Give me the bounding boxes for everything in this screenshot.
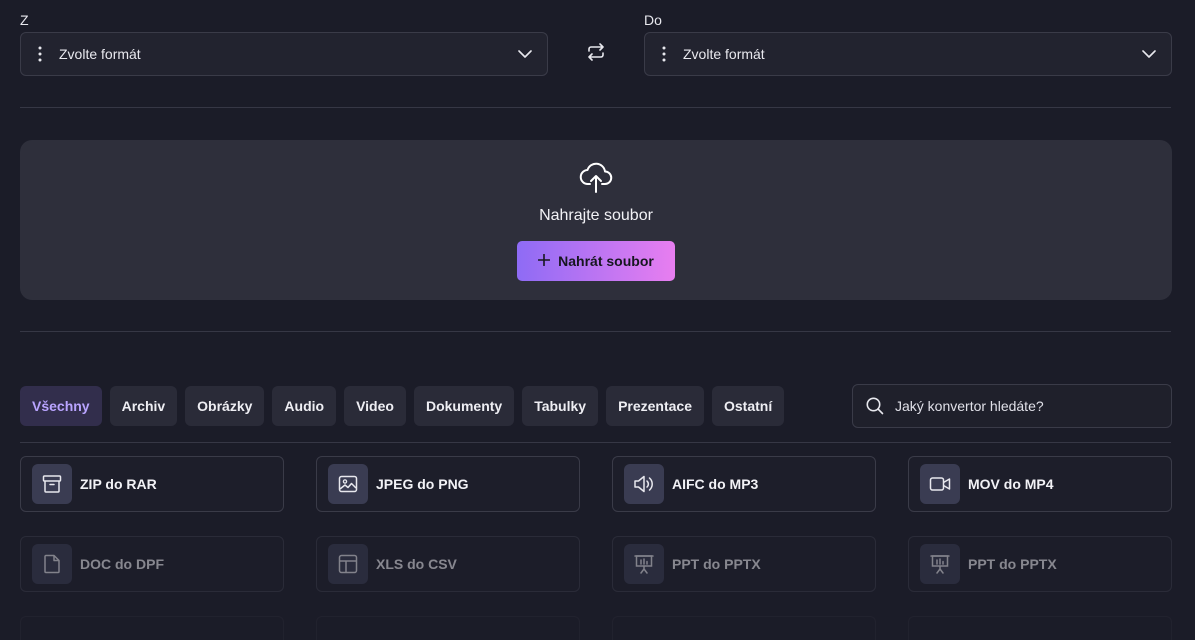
presentation-icon bbox=[920, 544, 960, 584]
filter-images[interactable]: Obrázky bbox=[185, 386, 265, 426]
search-icon bbox=[853, 397, 895, 415]
filter-video[interactable]: Video bbox=[344, 386, 406, 426]
converter-card[interactable]: DOC do DPF bbox=[20, 536, 284, 592]
filter-other[interactable]: Ostatní bbox=[712, 386, 785, 426]
document-icon bbox=[32, 544, 72, 584]
from-format-select[interactable]: Zvolte formát bbox=[20, 32, 548, 76]
chevron-down-icon bbox=[503, 50, 547, 58]
converter-card-partial[interactable] bbox=[316, 616, 580, 640]
presentation-icon bbox=[624, 544, 664, 584]
cloud-upload-icon bbox=[579, 160, 613, 194]
filter-documents[interactable]: Dokumenty bbox=[413, 386, 515, 426]
filter-presentations[interactable]: Prezentace bbox=[606, 386, 704, 426]
converter-card[interactable]: MOV do MP4 bbox=[908, 456, 1172, 512]
converter-card[interactable]: ZIP do RAR bbox=[20, 456, 284, 512]
plus-icon bbox=[537, 253, 551, 269]
converter-card[interactable]: AIFC do MP3 bbox=[612, 456, 876, 512]
video-camera-icon bbox=[920, 464, 960, 504]
converter-label: PPT do PPTX bbox=[672, 556, 761, 572]
chevron-down-icon bbox=[1127, 50, 1171, 58]
to-format-value: Zvolte formát bbox=[683, 46, 765, 62]
table-icon bbox=[328, 544, 368, 584]
converter-card[interactable]: JPEG do PNG bbox=[316, 456, 580, 512]
divider bbox=[20, 107, 1171, 108]
filter-archive[interactable]: Archiv bbox=[109, 386, 178, 426]
converter-card[interactable]: XLS do CSV bbox=[316, 536, 580, 592]
more-vertical-icon bbox=[645, 46, 683, 62]
converter-card-partial[interactable] bbox=[20, 616, 284, 640]
converter-card-partial[interactable] bbox=[612, 616, 876, 640]
filter-spreadsheets[interactable]: Tabulky bbox=[522, 386, 599, 426]
to-label: Do bbox=[644, 12, 662, 28]
swap-icon bbox=[585, 42, 607, 66]
speaker-icon bbox=[624, 464, 664, 504]
from-label: Z bbox=[20, 12, 29, 28]
converter-label: PPT do PPTX bbox=[968, 556, 1057, 572]
converter-label: MOV do MP4 bbox=[968, 476, 1054, 492]
upload-title: Nahrajte soubor bbox=[539, 207, 653, 224]
category-filters: Všechny Archiv Obrázky Audio Video Dokum… bbox=[20, 386, 785, 426]
image-icon bbox=[328, 464, 368, 504]
archive-icon bbox=[32, 464, 72, 504]
converter-search bbox=[852, 384, 1172, 428]
converter-label: DOC do DPF bbox=[80, 556, 164, 572]
upload-file-button[interactable]: Nahrát soubor bbox=[517, 241, 675, 281]
to-format-select[interactable]: Zvolte formát bbox=[644, 32, 1172, 76]
divider bbox=[20, 442, 1171, 443]
converter-label: AIFC do MP3 bbox=[672, 476, 759, 492]
converter-card[interactable]: PPT do PPTX bbox=[612, 536, 876, 592]
converter-card[interactable]: PPT do PPTX bbox=[908, 536, 1172, 592]
swap-formats-button[interactable] bbox=[580, 38, 612, 70]
filter-audio[interactable]: Audio bbox=[272, 386, 337, 426]
divider bbox=[20, 331, 1171, 332]
converter-label: ZIP do RAR bbox=[80, 476, 157, 492]
converter-label: JPEG do PNG bbox=[376, 476, 469, 492]
filter-all[interactable]: Všechny bbox=[20, 386, 102, 426]
converter-label: XLS do CSV bbox=[376, 556, 457, 572]
more-vertical-icon bbox=[21, 46, 59, 62]
converter-card-partial[interactable] bbox=[908, 616, 1172, 640]
from-format-value: Zvolte formát bbox=[59, 46, 141, 62]
upload-dropzone[interactable]: Nahrajte soubor Nahrát soubor bbox=[20, 140, 1172, 300]
upload-file-button-label: Nahrát soubor bbox=[558, 253, 654, 269]
search-input[interactable] bbox=[895, 385, 1171, 427]
